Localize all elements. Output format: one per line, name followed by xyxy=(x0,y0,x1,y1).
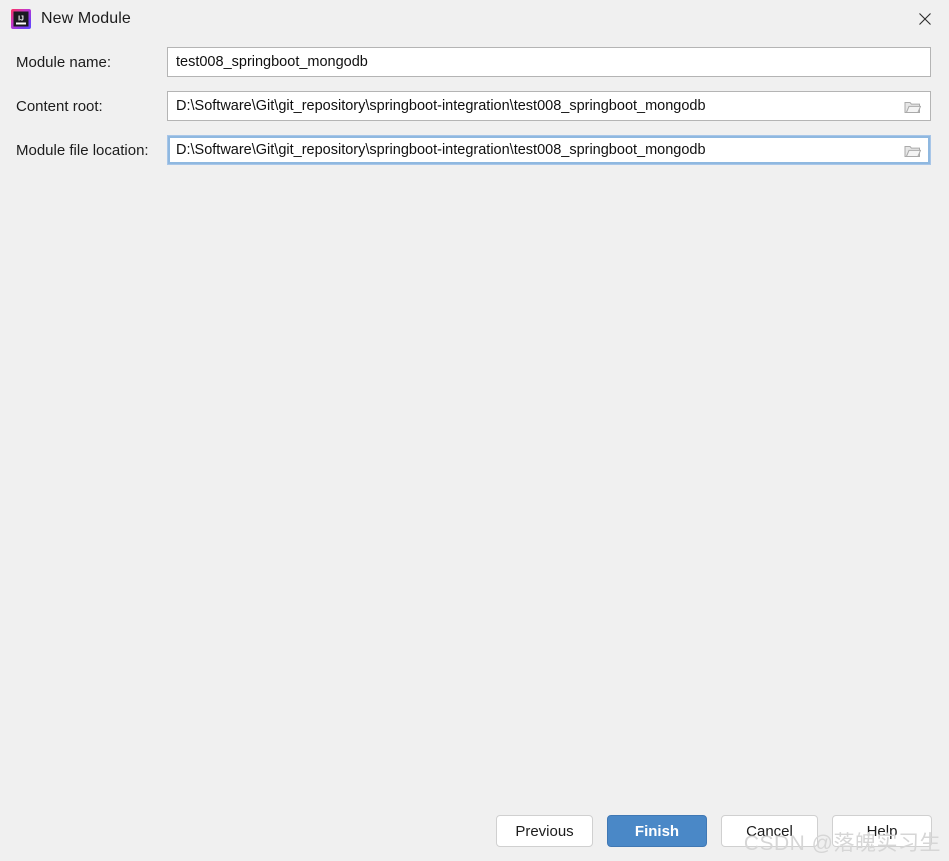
label-module-name: Module name: xyxy=(16,53,112,71)
form-row-content-root: Content root: D:\Software\Git\git_reposi… xyxy=(0,91,949,121)
help-button[interactable]: Help xyxy=(832,815,932,847)
module-file-location-value: D:\Software\Git\git_repository\springboo… xyxy=(176,142,706,158)
dialog-footer: Previous Finish Cancel Help xyxy=(0,803,949,861)
label-module-file-location: Module file location: xyxy=(16,141,149,159)
title-bar: IJ New Module xyxy=(0,0,949,37)
close-button[interactable] xyxy=(901,0,949,37)
window-title: New Module xyxy=(41,9,131,27)
label-content-root: Content root: xyxy=(16,97,103,115)
intellij-idea-icon: IJ xyxy=(10,8,32,30)
cancel-button[interactable]: Cancel xyxy=(721,815,818,847)
folder-icon xyxy=(904,99,921,114)
module-file-location-input[interactable]: D:\Software\Git\git_repository\springboo… xyxy=(167,135,931,165)
finish-button[interactable]: Finish xyxy=(607,815,707,847)
previous-button[interactable]: Previous xyxy=(496,815,593,847)
content-root-input[interactable]: D:\Software\Git\git_repository\springboo… xyxy=(167,91,931,121)
content-root-value: D:\Software\Git\git_repository\springboo… xyxy=(176,98,706,114)
module-name-input[interactable]: test008_springboot_mongodb xyxy=(167,47,931,77)
form-row-module-name: Module name: test008_springboot_mongodb xyxy=(0,47,949,77)
module-name-value: test008_springboot_mongodb xyxy=(176,54,368,70)
close-icon xyxy=(918,12,932,26)
module-file-location-browse-button[interactable] xyxy=(894,136,930,164)
folder-icon xyxy=(904,143,921,158)
module-settings-form: Module name: test008_springboot_mongodb … xyxy=(0,37,949,165)
content-root-browse-button[interactable] xyxy=(894,92,930,120)
form-row-module-file-location: Module file location: D:\Software\Git\gi… xyxy=(0,135,949,165)
svg-text:IJ: IJ xyxy=(18,15,24,22)
